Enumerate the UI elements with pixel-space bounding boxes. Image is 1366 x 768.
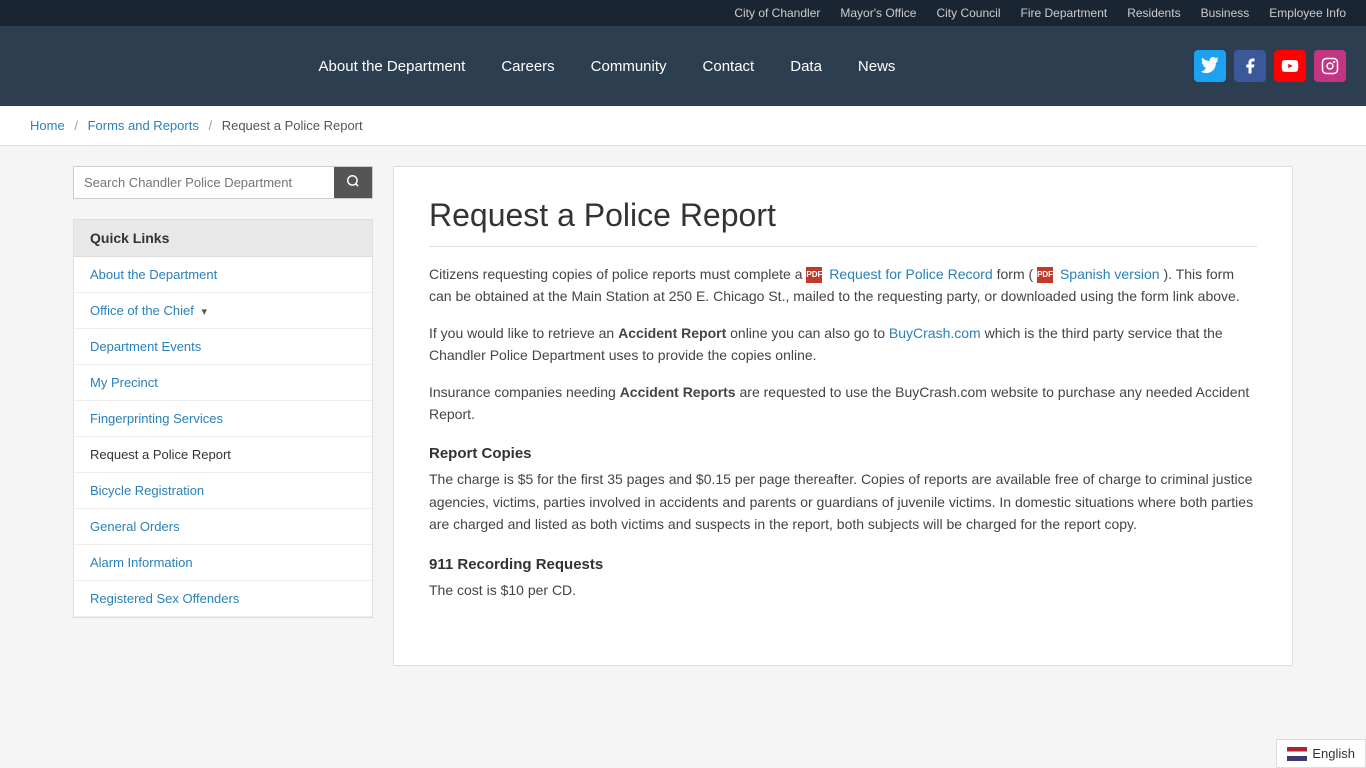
sidebar-bicycle[interactable]: Bicycle Registration: [74, 473, 372, 509]
sidebar-fingerprinting[interactable]: Fingerprinting Services: [74, 401, 372, 437]
twitter-link[interactable]: [1194, 50, 1226, 82]
city-of-chandler-link[interactable]: City of Chandler: [734, 6, 820, 20]
page-title: Request a Police Report: [429, 197, 1257, 247]
breadcrumb-sep1: /: [74, 118, 78, 133]
language-label: English: [1312, 746, 1355, 761]
quick-links-header: Quick Links: [74, 220, 372, 257]
pdf-icon-2: PDF: [1037, 267, 1053, 283]
twitter-icon: [1201, 57, 1219, 75]
business-link[interactable]: Business: [1201, 6, 1250, 20]
pdf-icon-1: PDF: [806, 267, 822, 283]
quick-links-box: Quick Links About the Department Office …: [73, 219, 373, 618]
sidebar-police-report: Request a Police Report: [74, 437, 372, 473]
accident-report-bold2: Accident Reports: [620, 384, 736, 400]
sidebar-events[interactable]: Department Events: [74, 329, 372, 365]
residents-link[interactable]: Residents: [1127, 6, 1180, 20]
buycrash-link[interactable]: BuyCrash.com: [889, 325, 981, 341]
search-button[interactable]: [334, 167, 372, 198]
language-flag: [1287, 747, 1307, 761]
request-form-link[interactable]: Request for Police Record: [829, 266, 992, 282]
report-copies-text: The charge is $5 for the first 35 pages …: [429, 468, 1257, 535]
search-input[interactable]: [74, 167, 334, 198]
nav-data[interactable]: Data: [776, 50, 836, 83]
content-area: Quick Links About the Department Office …: [43, 166, 1323, 666]
recording-text: The cost is $10 per CD.: [429, 579, 1257, 601]
city-council-link[interactable]: City Council: [936, 6, 1000, 20]
sidebar-chief[interactable]: Office of the Chief ▾: [74, 293, 372, 329]
employee-info-link[interactable]: Employee Info: [1269, 6, 1346, 20]
language-selector[interactable]: English: [1276, 739, 1366, 768]
recording-title: 911 Recording Requests: [429, 556, 1257, 573]
top-bar: City of Chandler Mayor's Office City Cou…: [0, 0, 1366, 26]
sidebar-general-orders[interactable]: General Orders: [74, 509, 372, 545]
nav-links: About the Department Careers Community C…: [20, 50, 1194, 83]
facebook-icon: [1241, 57, 1259, 75]
sidebar-alarm[interactable]: Alarm Information: [74, 545, 372, 581]
youtube-link[interactable]: [1274, 50, 1306, 82]
nav-about[interactable]: About the Department: [305, 50, 480, 83]
breadcrumb-current: Request a Police Report: [222, 118, 363, 133]
social-icons: [1194, 50, 1346, 82]
instagram-icon: [1321, 57, 1339, 75]
search-box: [73, 166, 373, 199]
sidebar-about[interactable]: About the Department: [74, 257, 372, 293]
youtube-icon: [1281, 57, 1299, 75]
fire-department-link[interactable]: Fire Department: [1021, 6, 1108, 20]
sidebar: Quick Links About the Department Office …: [73, 166, 373, 618]
instagram-link[interactable]: [1314, 50, 1346, 82]
breadcrumb-home-link[interactable]: Home: [30, 118, 65, 133]
breadcrumb-forms-link[interactable]: Forms and Reports: [88, 118, 199, 133]
nav-careers[interactable]: Careers: [487, 50, 568, 83]
nav-community[interactable]: Community: [577, 50, 681, 83]
report-copies-title: Report Copies: [429, 445, 1257, 462]
intro-paragraph: Citizens requesting copies of police rep…: [429, 263, 1257, 308]
main-nav: About the Department Careers Community C…: [0, 26, 1366, 106]
mayors-office-link[interactable]: Mayor's Office: [840, 6, 916, 20]
accident-report-bold1: Accident Report: [618, 325, 726, 341]
breadcrumb: Home / Forms and Reports / Request a Pol…: [0, 106, 1366, 146]
search-icon: [346, 174, 360, 188]
chevron-down-icon: ▾: [201, 306, 207, 318]
facebook-link[interactable]: [1234, 50, 1266, 82]
sidebar-precinct[interactable]: My Precinct: [74, 365, 372, 401]
nav-contact[interactable]: Contact: [689, 50, 769, 83]
spanish-version-link[interactable]: Spanish version: [1060, 266, 1160, 282]
sidebar-sex-offenders[interactable]: Registered Sex Offenders: [74, 581, 372, 617]
accident-paragraph1: If you would like to retrieve an Acciden…: [429, 322, 1257, 367]
nav-news[interactable]: News: [844, 50, 910, 83]
accident-paragraph2: Insurance companies needing Accident Rep…: [429, 381, 1257, 426]
main-content: Request a Police Report Citizens request…: [393, 166, 1293, 666]
breadcrumb-sep2: /: [208, 118, 212, 133]
